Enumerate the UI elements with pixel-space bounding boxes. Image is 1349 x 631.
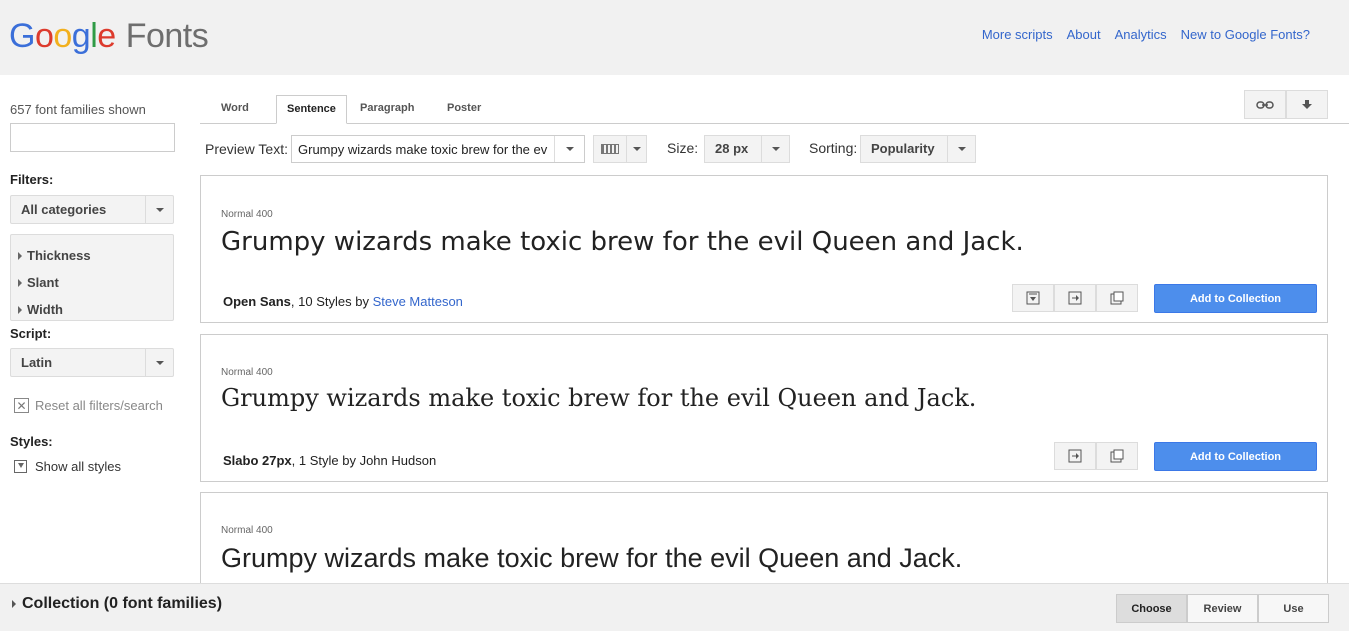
- expand-icon: [18, 278, 22, 287]
- font-sample: Grumpy wizards make toxic brew for the e…: [221, 227, 1024, 257]
- close-icon: ✕: [14, 398, 29, 413]
- step-review[interactable]: Review: [1187, 594, 1258, 623]
- download-icon[interactable]: [1286, 90, 1328, 119]
- font-style: Normal 400: [221, 525, 273, 536]
- preview-text-label: Preview Text:: [205, 141, 288, 157]
- tab-sentence[interactable]: Sentence: [276, 95, 347, 124]
- font-name: Open Sans: [223, 294, 291, 309]
- font-style: Normal 400: [221, 367, 273, 378]
- chevron-down-icon: [145, 349, 173, 376]
- font-sample: Grumpy wizards make toxic brew for the e…: [221, 384, 977, 412]
- collection-toggle[interactable]: Collection (0 font families): [12, 595, 222, 613]
- sorting-label: Sorting:: [809, 140, 858, 156]
- link-about[interactable]: About: [1067, 27, 1101, 42]
- link-more-scripts[interactable]: More scripts: [982, 27, 1053, 42]
- filter-box: Thickness Slant Width: [10, 234, 174, 321]
- sorting-dropdown[interactable]: Popularity: [860, 135, 976, 163]
- expand-icon: [18, 305, 22, 314]
- chevron-down-icon: [761, 136, 789, 162]
- font-author: John Hudson: [359, 453, 437, 468]
- chevron-down-icon: [145, 196, 173, 223]
- styles-label: Styles:: [10, 434, 53, 449]
- size-label: Size:: [667, 140, 699, 156]
- font-meta: Slabo 27px, 1 Style by John Hudson: [223, 453, 437, 468]
- chevron-down-icon[interactable]: [554, 136, 584, 162]
- preview-tabs: Word Sentence Paragraph Poster: [200, 90, 1349, 124]
- script-label: Script:: [10, 326, 52, 341]
- expand-styles-icon: [14, 460, 27, 473]
- tab-poster[interactable]: Poster: [437, 95, 491, 124]
- tab-word[interactable]: Word: [211, 95, 259, 124]
- preview-controls: Preview Text: Size: 28 px Sorting: Popul…: [205, 135, 976, 163]
- font-card: Normal 400 Grumpy wizards make toxic bre…: [200, 492, 1328, 592]
- link-analytics[interactable]: Analytics: [1115, 27, 1167, 42]
- link-icon[interactable]: [1244, 90, 1286, 119]
- link-new-to-google-fonts[interactable]: New to Google Fonts?: [1181, 27, 1310, 42]
- collection-bar: Collection (0 font families) Choose Revi…: [0, 583, 1349, 631]
- category-dropdown[interactable]: All categories: [10, 195, 174, 224]
- filters-label: Filters:: [10, 172, 54, 187]
- filter-width[interactable]: Width: [18, 296, 166, 323]
- top-links: More scripts About Analytics New to Goog…: [982, 27, 1310, 42]
- show-all-styles[interactable]: Show all styles: [14, 459, 121, 474]
- font-author[interactable]: Steve Matteson: [373, 294, 463, 309]
- script-dropdown[interactable]: Latin: [10, 348, 174, 377]
- search-input[interactable]: [10, 123, 175, 152]
- expand-icon: [18, 251, 22, 260]
- add-to-collection-button[interactable]: Add to Collection: [1154, 284, 1317, 313]
- header: Google Fonts More scripts About Analytics…: [0, 0, 1349, 75]
- font-name: Slabo 27px: [223, 453, 292, 468]
- step-use[interactable]: Use: [1258, 594, 1329, 623]
- pop-out-icon[interactable]: [1054, 284, 1096, 312]
- google-fonts-logo[interactable]: Google Fonts: [9, 17, 209, 56]
- chevron-down-icon: [626, 136, 646, 162]
- filter-slant[interactable]: Slant: [18, 269, 166, 296]
- font-sample: Grumpy wizards make toxic brew for the e…: [221, 543, 963, 573]
- preview-text-input[interactable]: [292, 136, 555, 162]
- chevron-down-icon: [947, 136, 975, 162]
- keyboard-dropdown[interactable]: [593, 135, 647, 163]
- keyboard-icon: [594, 136, 626, 162]
- tab-actions: [1244, 90, 1328, 119]
- reset-filters[interactable]: ✕ Reset all filters/search: [14, 398, 163, 413]
- quick-use-icon[interactable]: [1012, 284, 1054, 312]
- step-choose[interactable]: Choose: [1116, 594, 1187, 623]
- expand-icon: [12, 600, 16, 608]
- preview-text-field[interactable]: [291, 135, 585, 163]
- pop-out-icon[interactable]: [1054, 442, 1096, 470]
- font-card: Normal 400 Grumpy wizards make toxic bre…: [200, 175, 1328, 323]
- font-actions: [1012, 284, 1138, 312]
- font-card: Normal 400 Grumpy wizards make toxic bre…: [200, 334, 1328, 482]
- size-dropdown[interactable]: 28 px: [704, 135, 790, 163]
- tab-paragraph[interactable]: Paragraph: [350, 95, 424, 124]
- steps: Choose Review Use: [1116, 594, 1329, 623]
- font-actions: [1054, 442, 1138, 470]
- filter-thickness[interactable]: Thickness: [18, 242, 166, 269]
- font-style: Normal 400: [221, 209, 273, 220]
- font-meta: Open Sans, 10 Styles by Steve Matteson: [223, 294, 463, 309]
- add-to-collection-button[interactable]: Add to Collection: [1154, 442, 1317, 471]
- compare-icon[interactable]: [1096, 284, 1138, 312]
- font-count: 657 font families shown: [10, 102, 146, 117]
- compare-icon[interactable]: [1096, 442, 1138, 470]
